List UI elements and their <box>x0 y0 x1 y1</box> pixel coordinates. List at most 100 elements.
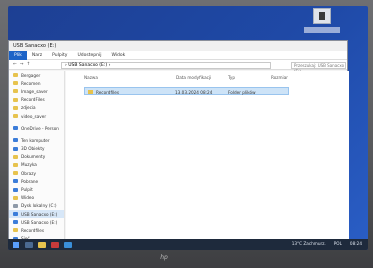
window-title: USB Sanacxo (E:) <box>13 43 57 49</box>
sidebar-item-label: zdjecia <box>21 105 36 111</box>
sidebar-item[interactable]: RecordFiles <box>9 96 64 104</box>
file-type: Folder plików <box>228 89 256 95</box>
taskbar-app-3[interactable] <box>50 241 60 249</box>
sidebar-item[interactable]: Image_saver <box>9 87 64 95</box>
sidebar-item-label: Dokumenty <box>21 154 46 160</box>
screen: USB Sanacxo (E:) Plik Narz Pulpity Udost… <box>8 6 368 250</box>
column-size[interactable]: Rozmiar <box>271 73 288 81</box>
search-input[interactable]: Przeszukaj: USB Sanacxo (E:) <box>291 62 346 74</box>
taskbar: 13°C Zachmurz. POL 08:24 <box>8 239 368 250</box>
folder-icon <box>13 81 18 86</box>
column-name[interactable]: Nazwa <box>84 73 98 81</box>
up-button[interactable]: ↑ <box>27 62 31 67</box>
sidebar-item[interactable]: USB Sanacxo (E:) <box>9 218 64 226</box>
computer-icon <box>13 138 18 143</box>
sidebar-item-label: Pobrane <box>21 178 39 184</box>
usb-icon <box>13 212 18 217</box>
sidebar-item-label: Recordfiles <box>21 227 45 233</box>
sidebar-item-label: USB Sanacxo (E:) <box>21 211 58 217</box>
nav-buttons: ← → ↑ <box>9 62 59 67</box>
taskbar-app-2[interactable] <box>37 241 47 249</box>
file-name: Recordfiles <box>96 89 120 95</box>
weather-text[interactable]: 13°C Zachmurz. <box>292 241 326 246</box>
sidebar-item[interactable]: Bergager <box>9 71 64 79</box>
system-tray: 13°C Zachmurz. POL 08:24 <box>292 241 362 246</box>
sidebar-item[interactable]: Ten komputer <box>9 136 64 144</box>
sidebar-item[interactable]: zdjecia <box>9 104 64 112</box>
file-list: Nazwa Data modyfikacji Typ Rozmiar Recor… <box>66 71 349 241</box>
taskbar-app-4[interactable] <box>63 241 73 249</box>
sidebar-item-label: Recomen <box>21 80 41 86</box>
sidebar-item[interactable]: Muzyka <box>9 161 64 169</box>
tab-share[interactable]: Udostepnij <box>72 53 106 58</box>
forward-button[interactable]: → <box>20 62 24 67</box>
lang-indicator[interactable]: POL <box>334 241 342 246</box>
folder-icon <box>13 73 18 78</box>
windows-icon <box>13 241 19 248</box>
sidebar-item[interactable]: Recomen <box>9 79 64 87</box>
hp-logo: hp <box>160 254 168 261</box>
sidebar-item[interactable]: Recordfiles <box>9 226 64 234</box>
sidebar-item-label: Pulpit <box>21 187 33 193</box>
column-modified[interactable]: Data modyfikacji <box>176 73 211 81</box>
sidebar-item-label: RecordFiles <box>21 97 45 103</box>
sidebar-item[interactable]: 3D Obiekty <box>9 145 64 153</box>
start-button[interactable] <box>11 241 21 249</box>
folder-icon <box>13 89 18 94</box>
ribbon-tabs: Plik Narz Pulpity Udostepnij Widok <box>9 50 347 60</box>
sidebar-item-label: Image_saver <box>21 88 48 94</box>
desktop-icon-label <box>304 27 340 33</box>
sidebar-item-label: video_saver <box>21 113 47 119</box>
desktop-file-icon[interactable] <box>313 8 331 24</box>
sidebar-item[interactable]: Pulpit <box>9 185 64 193</box>
sidebar-item[interactable]: Obrazy <box>9 169 64 177</box>
folder-icon <box>13 105 18 110</box>
address-bar[interactable]: › USB Sanacxo (E:) › <box>61 62 271 69</box>
sidebar-item-label: Obrazy <box>21 170 36 176</box>
taskbar-app-1[interactable] <box>24 241 34 249</box>
back-button[interactable]: ← <box>13 62 17 67</box>
folder-icon <box>13 97 18 102</box>
tab-home[interactable]: Narz <box>27 53 47 58</box>
sidebar-item[interactable]: OneDrive - Person <box>9 124 64 132</box>
tab-file[interactable]: Plik <box>9 50 27 60</box>
image-icon <box>13 171 18 176</box>
sidebar-item-label: Muzyka <box>21 162 37 168</box>
clock[interactable]: 08:24 <box>350 241 362 246</box>
drive-icon <box>13 203 18 208</box>
folder-icon <box>13 154 18 159</box>
sidebar-item[interactable]: USB Sanacxo (E:) <box>9 210 64 219</box>
cube-icon <box>13 146 18 151</box>
desktop-icon <box>13 187 18 192</box>
sidebar-item[interactable]: Dysk lokalny (C:) <box>9 202 64 210</box>
sidebar-item-label: 3D Obiekty <box>21 146 45 152</box>
column-type[interactable]: Typ <box>228 73 235 81</box>
tab-desktops[interactable]: Pulpity <box>47 53 72 58</box>
browser-icon <box>64 241 72 248</box>
usb-icon <box>13 220 18 225</box>
app-icon <box>51 241 59 248</box>
folder-icon <box>13 114 18 119</box>
cloud-icon <box>13 126 18 131</box>
navigation-pane: Bergager Recomen Image_saver RecordFiles zdj… <box>9 71 65 241</box>
tab-view[interactable]: Widok <box>106 53 130 58</box>
folder-icon <box>38 241 46 248</box>
sidebar-item[interactable]: Dokumenty <box>9 153 64 161</box>
video-icon <box>13 195 18 200</box>
music-icon <box>13 162 18 167</box>
file-explorer-window: USB Sanacxo (E:) Plik Narz Pulpity Udost… <box>8 40 349 241</box>
sidebar-item-label: USB Sanacxo (E:) <box>21 219 58 225</box>
list-item[interactable]: Recordfiles 13.03.2024 08:24 Folder plik… <box>84 87 289 95</box>
sidebar-item[interactable]: Pobrane <box>9 177 64 185</box>
sidebar-item[interactable]: Wideo <box>9 194 64 202</box>
sidebar-item[interactable]: video_saver <box>9 112 64 120</box>
search-icon <box>25 241 33 248</box>
sidebar-item-label: Dysk lokalny (C:) <box>21 203 57 209</box>
sidebar-item-label: Wideo <box>21 195 35 201</box>
sidebar-item-label: Bergager <box>21 72 41 78</box>
folder-icon <box>88 89 93 94</box>
sidebar-item-label: OneDrive - Person <box>21 125 59 131</box>
folder-icon <box>13 228 18 233</box>
sidebar-item-label: Ten komputer <box>21 137 50 143</box>
download-icon <box>13 179 18 184</box>
